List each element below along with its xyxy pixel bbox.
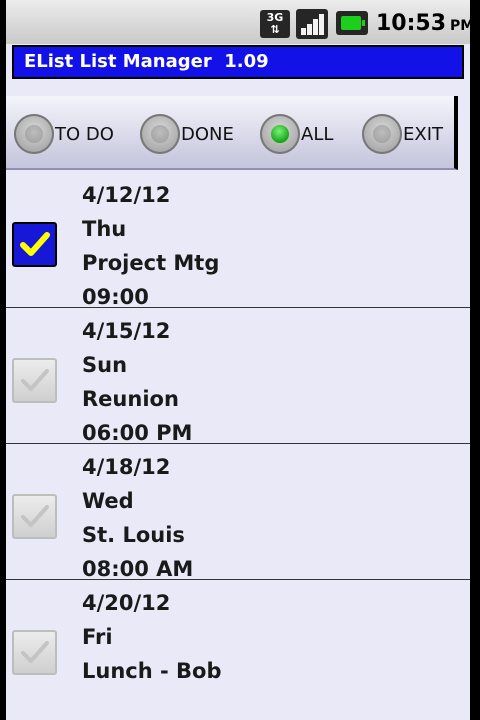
item-date: 4/18/12 [82, 455, 171, 479]
item-checkbox[interactable] [12, 494, 57, 539]
item-time [82, 688, 221, 720]
status-bar: 3G ⇅ 10:53 PM [6, 0, 472, 44]
list-item[interactable]: 4/18/12 Wed St. Louis 08:00 AM [6, 444, 472, 581]
item-checkbox[interactable] [12, 358, 57, 403]
list-item[interactable]: 4/12/12 Thu Project Mtg 09:00 [6, 172, 472, 309]
radio-label: EXIT [403, 123, 444, 145]
item-details: 4/12/12 Thu Project Mtg 09:00 [82, 178, 219, 314]
item-checkbox[interactable] [12, 222, 57, 267]
network-type: 3G [266, 11, 284, 24]
radio-label: TO DO [55, 123, 114, 145]
status-clock: 10:53 PM [376, 11, 472, 36]
list-item[interactable]: 4/20/12 Fri Lunch - Bob [6, 580, 472, 716]
radio-label: ALL [301, 123, 334, 145]
item-title: Reunion [82, 387, 179, 411]
item-title: Lunch - Bob [82, 659, 222, 683]
item-details: 4/18/12 Wed St. Louis 08:00 AM [82, 450, 193, 586]
radio-button-icon[interactable] [140, 114, 180, 154]
clock-ampm: PM [450, 18, 472, 34]
clock-time: 10:53 [376, 11, 447, 36]
checkmark-icon [21, 505, 49, 527]
radio-todo[interactable]: TO DO [14, 112, 114, 156]
phone-screen: 3G ⇅ 10:53 PM EList List Manager 1.09 TO D… [6, 0, 472, 720]
filter-toolbar: TO DO DONE ALL EXIT [6, 96, 458, 170]
item-day: Thu [82, 217, 127, 241]
item-details: 4/20/12 Fri Lunch - Bob [82, 586, 221, 720]
radio-exit[interactable]: EXIT [362, 112, 443, 156]
checkmark-icon [21, 641, 49, 663]
radio-label: DONE [181, 123, 234, 145]
checkmark-icon [21, 369, 49, 391]
network-3g-icon: 3G ⇅ [260, 10, 290, 38]
radio-button-icon[interactable] [14, 114, 54, 154]
item-title: St. Louis [82, 523, 185, 547]
event-list: 4/12/12 Thu Project Mtg 09:00 4/15/12 Su… [6, 172, 472, 716]
item-checkbox[interactable] [12, 630, 57, 675]
screen-border [470, 0, 472, 720]
item-day: Wed [82, 489, 134, 513]
battery-icon [336, 11, 368, 35]
app-title-bar: EList List Manager 1.09 [12, 45, 464, 79]
item-date: 4/12/12 [82, 183, 171, 207]
item-date: 4/20/12 [82, 591, 171, 615]
app-title: EList List Manager 1.09 [24, 51, 269, 72]
item-date: 4/15/12 [82, 319, 171, 343]
radio-all[interactable]: ALL [260, 112, 333, 156]
checkmark-icon [20, 232, 50, 256]
list-item[interactable]: 4/15/12 Sun Reunion 06:00 PM [6, 308, 472, 445]
item-details: 4/15/12 Sun Reunion 06:00 PM [82, 314, 192, 450]
item-day: Fri [82, 625, 113, 649]
item-title: Project Mtg [82, 251, 220, 275]
signal-icon [296, 9, 328, 39]
radio-button-icon[interactable] [260, 114, 300, 154]
item-day: Sun [82, 353, 128, 377]
radio-button-icon[interactable] [362, 114, 402, 154]
radio-done[interactable]: DONE [140, 112, 234, 156]
